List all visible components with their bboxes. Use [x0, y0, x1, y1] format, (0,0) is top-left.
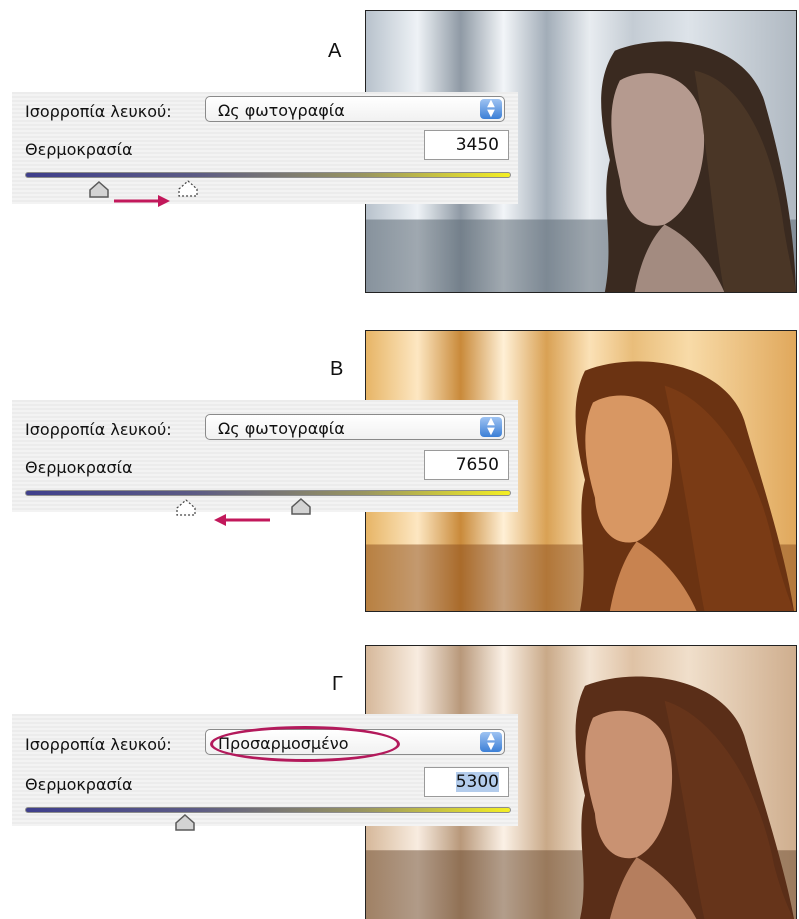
white-balance-select[interactable]: Ως φωτογραφία ▲ ▼ [205, 414, 505, 440]
ghost-thumb-icon [176, 499, 196, 516]
white-balance-panel: Ισορροπία λευκού: Ως φωτογραφία ▲ ▼ Θερμο… [12, 400, 518, 526]
temperature-label: Θερμοκρασία [25, 140, 133, 159]
white-balance-label: Ισορροπία λευκού: [25, 420, 172, 439]
temperature-value-selected: 5300 [455, 772, 499, 792]
white-balance-value: Ως φωτογραφία [218, 419, 345, 438]
updown-stepper-icon: ▲ ▼ [480, 732, 502, 752]
arrow-icon [214, 514, 270, 526]
white-balance-label: Ισορροπία λευκού: [25, 735, 172, 754]
panel-letter: A [328, 40, 342, 62]
white-balance-label: Ισορροπία λευκού: [25, 102, 172, 121]
temperature-input[interactable]: 5300 [424, 767, 509, 797]
section-c: Γ Ισορροπία λευκού: Προσαρμοσμένο ▲ ▼ Θερ… [0, 635, 799, 919]
white-balance-panel: Ισορροπία λευκού: Ως φωτογραφία ▲ ▼ Θερμο… [12, 92, 518, 207]
temperature-input[interactable]: 7650 [424, 450, 509, 480]
highlight-circle [210, 726, 400, 762]
white-balance-value: Ως φωτογραφία [218, 101, 345, 120]
arrow-icon [114, 195, 170, 207]
temperature-slider[interactable] [25, 490, 511, 496]
ghost-thumb-icon [178, 180, 198, 197]
slider-thumb-icon[interactable] [290, 498, 312, 516]
slider-thumb-icon[interactable] [174, 814, 196, 832]
temperature-slider[interactable] [25, 807, 511, 813]
white-balance-select[interactable]: Ως φωτογραφία ▲ ▼ [205, 96, 505, 122]
temperature-label: Θερμοκρασία [25, 775, 133, 794]
temperature-label: Θερμοκρασία [25, 458, 133, 477]
section-b: B Ισορροπία λευκού: Ως φωτογραφία ▲ ▼ Θερ… [0, 320, 799, 620]
updown-stepper-icon: ▲ ▼ [480, 99, 502, 119]
slider-thumb-icon[interactable] [88, 181, 110, 199]
panel-letter: Γ [332, 673, 344, 695]
panel-letter: B [330, 358, 344, 380]
section-a: A Ισορροπία λευκού: Ως φωτογραφία ▲ ▼ Θερ… [0, 0, 799, 300]
temperature-slider[interactable] [25, 172, 511, 178]
updown-stepper-icon: ▲ ▼ [480, 417, 502, 437]
white-balance-panel: Ισορροπία λευκού: Προσαρμοσμένο ▲ ▼ Θερμο… [12, 714, 518, 831]
temperature-input[interactable]: 3450 [424, 130, 509, 160]
